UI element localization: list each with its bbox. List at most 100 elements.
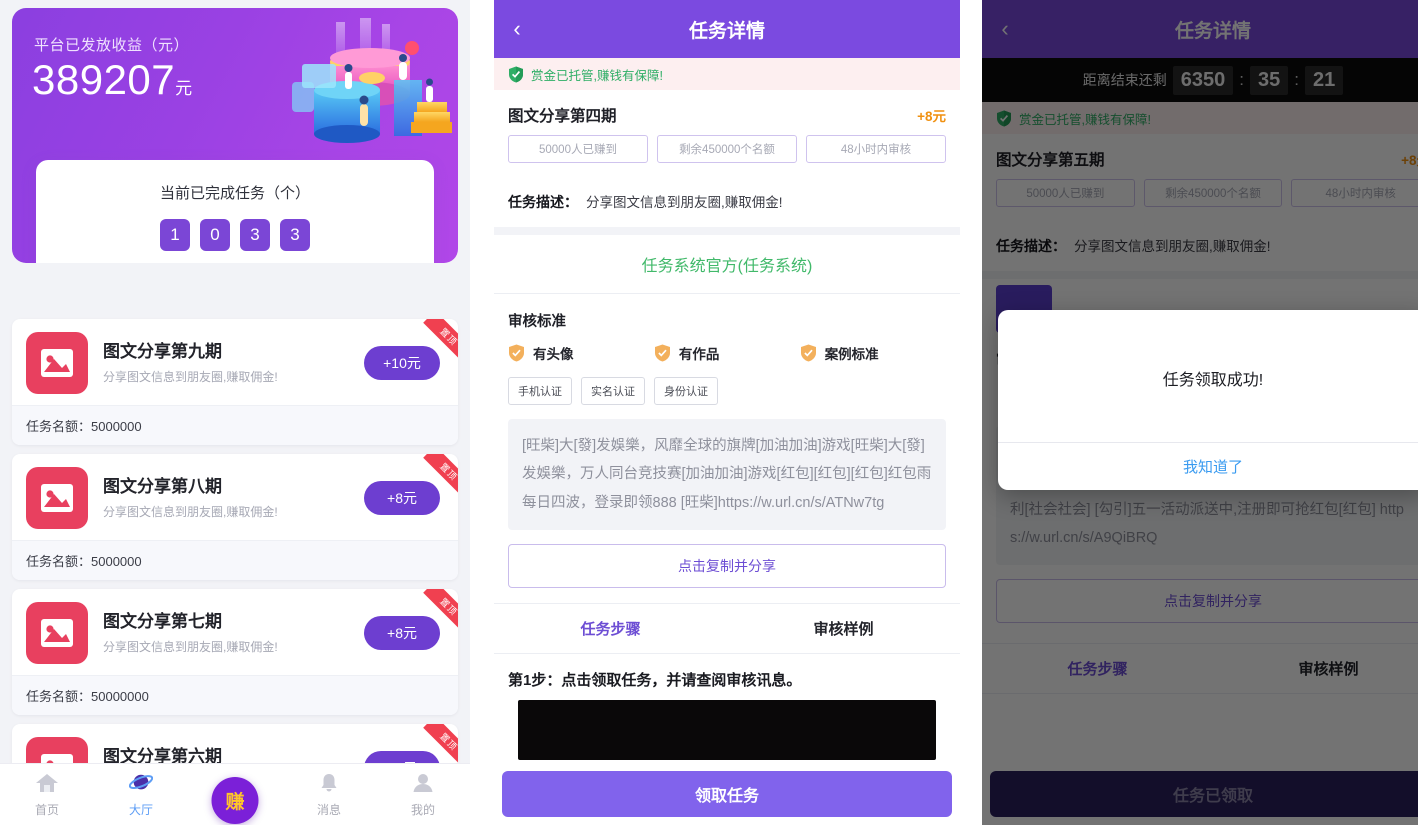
ribbon-label: 置顶 [423, 724, 458, 768]
cert-realname: 实名认证 [581, 377, 645, 405]
earn-icon[interactable]: 赚 [211, 776, 259, 824]
top-ribbon-badge: 置顶 [406, 319, 458, 371]
chip-remaining-quota: 剩余450000个名额 [657, 135, 797, 163]
tab-messages[interactable]: 消息 [282, 772, 376, 818]
tab-profile-label: 我的 [410, 802, 435, 817]
task-card[interactable]: 置顶 图文分享第九期 分享图文信息到朋友圈,赚取佣金! +10元 任务名额：50… [12, 319, 458, 445]
home-icon [35, 773, 59, 798]
task-card-meta: 图文分享第七期 分享图文信息到朋友圈,赚取佣金! [88, 611, 364, 655]
task-quota-label: 任务名额： [26, 689, 92, 704]
panel-task-claimed: ‹ 任务详情 距离结束还剩 6350 : 35 : 21 赏金已托管,赚钱有保障… [982, 0, 1418, 825]
task-quota-value: 5000000 [91, 554, 142, 569]
task-quota: 任务名额：50000000 [12, 675, 458, 715]
claim-task-button[interactable]: 领取任务 [502, 771, 952, 817]
chip-review-time: 48小时内审核 [806, 135, 946, 163]
task-card[interactable]: 置顶 图文分享第八期 分享图文信息到朋友圈,赚取佣金! +8元 任务名额：500… [12, 454, 458, 580]
detail-task-reward: +8元 [917, 109, 946, 124]
ribbon-label: 置顶 [423, 589, 458, 633]
task-card-top: 图文分享第八期 分享图文信息到朋友圈,赚取佣金! +8元 [12, 454, 458, 540]
cert-identity: 身份认证 [654, 377, 718, 405]
treasure-illustration-icon [284, 18, 452, 148]
image-share-icon [26, 602, 88, 664]
review-criteria: 审核标准 有头像 有作品 案例标准 手机认证 实名认证 身份认证 [494, 294, 960, 405]
task-quota-label: 任务名额： [26, 419, 92, 434]
task-detail-screen: ‹ 任务详情 赏金已托管,赚钱有保障! 图文分享第四期 +8元 50000人已赚… [494, 0, 960, 825]
guarantee-banner: 赏金已托管,赚钱有保障! [494, 58, 960, 90]
shield-check-badge-icon [800, 344, 817, 362]
counter-digits: 1 0 3 3 [36, 219, 434, 251]
tab-review-samples[interactable]: 审核样例 [727, 604, 960, 653]
chip-earned-count: 50000人已赚到 [508, 135, 648, 163]
task-title: 图文分享第九期 [103, 342, 222, 362]
counter-digit: 3 [280, 219, 310, 251]
bell-icon [317, 773, 341, 798]
copy-and-share-button[interactable]: 点击复制并分享 [508, 543, 946, 588]
detail-tabs: 任务步骤 审核样例 [494, 602, 960, 654]
planet-icon [128, 774, 154, 798]
criteria-label: 有头像 [533, 347, 574, 362]
earn-label: 赚 [225, 791, 245, 813]
tab-hall[interactable]: 大厅 [94, 772, 188, 818]
page-title: 任务详情 [688, 20, 765, 42]
shield-check-badge-icon [508, 344, 525, 362]
criteria-item-work: 有作品 [654, 343, 800, 363]
divider [494, 227, 960, 235]
detail-task-name: 图文分享第四期 [508, 108, 617, 125]
task-description: 分享图文信息到朋友圈,赚取佣金! [103, 369, 278, 384]
task-title: 图文分享第八期 [103, 477, 222, 497]
shield-check-badge-icon [654, 344, 671, 362]
criteria-label: 案例标准 [824, 347, 879, 362]
step-video-thumbnail[interactable] [518, 699, 936, 760]
bottom-tabbar: 首页 大厅 赚 消息 我的 [0, 763, 470, 825]
tab-home[interactable]: 首页 [0, 772, 94, 818]
top-ribbon-badge: 置顶 [406, 589, 458, 641]
task-quota-label: 任务名额： [26, 554, 92, 569]
criteria-label: 有作品 [678, 347, 720, 362]
task-card-meta: 图文分享第八期 分享图文信息到朋友圈,赚取佣金! [88, 476, 364, 520]
share-text-box: [旺柴]大[發]发娛樂，风靡全球的旗牌[加油加油]游戏[旺柴]大[發]发娛樂，万… [508, 419, 946, 530]
dialog-message: 任务领取成功! [1162, 372, 1264, 389]
criteria-item-avatar: 有头像 [508, 343, 654, 363]
hero-label: 平台已发放收益（元） [34, 37, 190, 54]
task-quota: 任务名额：5000000 [12, 405, 458, 445]
image-share-icon [26, 467, 88, 529]
task-description: 分享图文信息到朋友圈,赚取佣金! [103, 639, 278, 654]
top-ribbon-badge: 置顶 [406, 454, 458, 506]
hero-banner: 平台已发放收益（元） 389207元 当前已完成任务（个） 1 0 3 3 [12, 8, 458, 263]
criteria-items: 有头像 有作品 案例标准 [508, 343, 946, 363]
three-panel-screenshot: 平台已发放收益（元） 389207元 当前已完成任务（个） 1 0 3 3 置顶… [0, 0, 1418, 825]
tab-profile[interactable]: 我的 [376, 772, 470, 818]
task-list: 置顶 图文分享第九期 分享图文信息到朋友圈,赚取佣金! +10元 任务名额：50… [12, 319, 458, 825]
panel-task-detail: ‹ 任务详情 赏金已托管,赚钱有保障! 图文分享第四期 +8元 50000人已赚… [494, 0, 960, 825]
criteria-item-case: 案例标准 [800, 343, 946, 363]
counter-digit: 1 [160, 219, 190, 251]
tab-task-steps[interactable]: 任务步骤 [494, 604, 727, 653]
shield-check-icon [508, 66, 524, 83]
panel-home: 平台已发放收益（元） 389207元 当前已完成任务（个） 1 0 3 3 置顶… [0, 0, 470, 825]
task-card[interactable]: 置顶 图文分享第七期 分享图文信息到朋友圈,赚取佣金! +8元 任务名额：500… [12, 589, 458, 715]
certification-tags: 手机认证 实名认证 身份认证 [508, 377, 946, 405]
hero-amount-unit: 元 [175, 79, 193, 98]
task-claimed-screen: ‹ 任务详情 距离结束还剩 6350 : 35 : 21 赏金已托管,赚钱有保障… [982, 0, 1418, 825]
hero-amount: 389207元 [32, 56, 193, 104]
detail-chips: 50000人已赚到 剩余450000个名额 48小时内审核 [494, 135, 960, 176]
person-icon [411, 773, 435, 798]
ribbon-label: 置顶 [423, 454, 458, 498]
tab-hall-label: 大厅 [128, 802, 153, 817]
image-share-icon [26, 332, 88, 394]
task-card-meta: 图文分享第九期 分享图文信息到朋友圈,赚取佣金! [88, 341, 364, 385]
description-label: 任务描述： [508, 194, 578, 210]
counter-title: 当前已完成任务（个） [159, 185, 310, 202]
cert-phone: 手机认证 [508, 377, 572, 405]
task-quota: 任务名额：5000000 [12, 540, 458, 580]
dialog-confirm-button[interactable]: 我知道了 [998, 442, 1418, 490]
official-publisher: 任务系统官方(任务系统) [494, 235, 960, 294]
step-text: 第1步：点击领取任务，并请查阅审核讯息。 [508, 671, 802, 689]
description-value: 分享图文信息到朋友圈,赚取佣金! [586, 195, 783, 210]
detail-header: ‹ 任务详情 [494, 0, 960, 58]
ribbon-label: 置顶 [423, 319, 458, 363]
hero-amount-value: 389207 [32, 56, 176, 103]
tab-messages-label: 消息 [316, 802, 341, 817]
counter-digit: 3 [240, 219, 270, 251]
task-quota-value: 50000000 [91, 689, 149, 704]
